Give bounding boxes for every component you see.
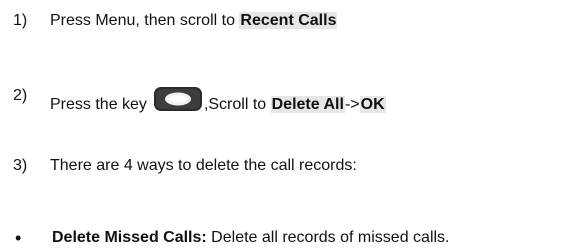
delete-missed-calls-label: Delete Missed Calls:	[52, 229, 207, 246]
step-3-text: There are 4 ways to delete the call reco…	[50, 157, 357, 174]
arrow-text: ->	[344, 96, 360, 113]
step-3-number: 3)	[13, 157, 28, 174]
recent-calls-label: Recent Calls	[239, 12, 338, 29]
step-1-instruction: Press Menu, then scroll to	[50, 12, 240, 29]
step-2-scroll-text: ,Scroll to	[203, 96, 271, 113]
bullet-text: Delete Missed Calls: Delete all records …	[52, 228, 450, 248]
step-2-number: 2)	[13, 87, 28, 104]
step-2-text: Press the key ,Scroll to Delete All->OK	[50, 86, 386, 115]
delete-missed-calls-description: Delete all records of missed calls.	[206, 229, 450, 246]
step-1-number: 1)	[13, 12, 28, 29]
step-1-text: Press Menu, then scroll to Recent Calls	[50, 11, 338, 31]
bullet-icon: •	[15, 228, 22, 248]
oval-key-icon	[153, 87, 202, 111]
delete-all-label: Delete All	[270, 96, 345, 113]
step-2-instruction: Press the key	[50, 96, 147, 113]
ok-label: OK	[359, 96, 386, 113]
